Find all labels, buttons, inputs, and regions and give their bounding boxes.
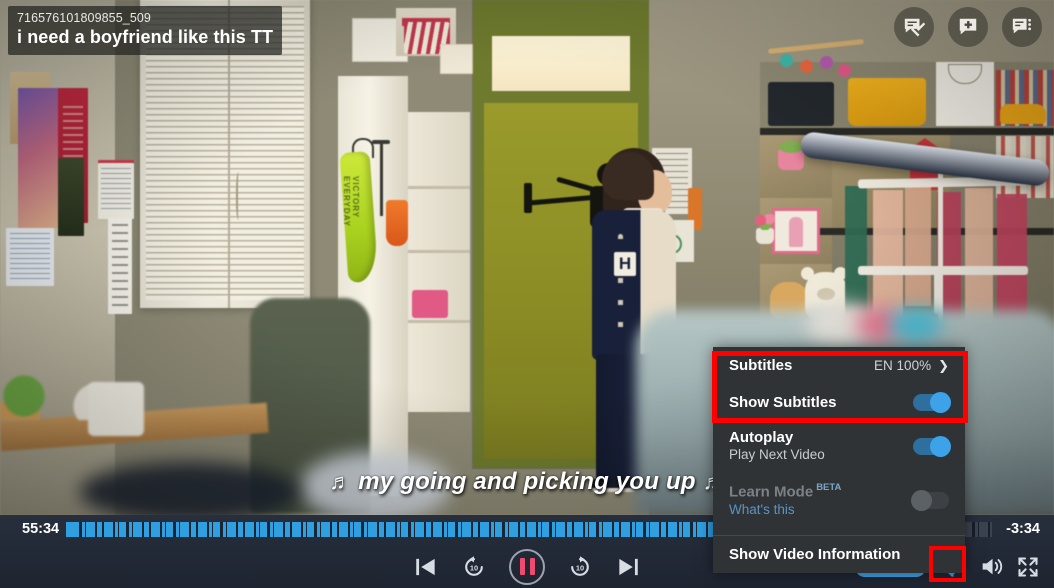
caption-list-icon[interactable] xyxy=(1002,7,1042,47)
settings-menu: Subtitles EN 100% ❯ Show Subtitles Autop… xyxy=(713,347,965,574)
subtitles-value: EN 100% xyxy=(874,358,932,373)
forward-10-icon[interactable]: 10 xyxy=(568,555,592,579)
svg-text:10: 10 xyxy=(576,563,584,572)
show-subtitles-toggle[interactable] xyxy=(913,392,951,413)
remaining-time: -3:34 xyxy=(1006,521,1040,537)
menu-label-video-information: Show Video Information xyxy=(729,546,901,564)
pause-button[interactable] xyxy=(509,548,545,585)
menu-item-autoplay[interactable]: Autoplay Play Next Video xyxy=(713,421,965,474)
menu-label-subtitles: Subtitles xyxy=(729,357,793,374)
menu-label-show-subtitles: Show Subtitles xyxy=(729,394,837,411)
clip-title-overlay: 716576101809855_509 i need a boyfriend l… xyxy=(8,6,283,55)
previous-subtitle-icon[interactable] xyxy=(413,554,439,580)
menu-item-learn-mode[interactable]: Learn Mode BETA What's this xyxy=(713,474,965,529)
menu-item-show-subtitles[interactable]: Show Subtitles xyxy=(713,384,965,421)
top-icon-bar xyxy=(894,7,1042,47)
subtitle-text: my going and picking you up xyxy=(358,468,696,495)
svg-text:10: 10 xyxy=(470,563,478,572)
pause-icon xyxy=(519,558,535,575)
fullscreen-icon[interactable] xyxy=(1016,555,1040,579)
menu-label-autoplay: Autoplay xyxy=(729,429,794,446)
menu-label-learn-mode: Learn Mode xyxy=(729,483,814,501)
hide-captions-icon[interactable] xyxy=(894,7,934,47)
menu-sublabel-autoplay: Play Next Video xyxy=(729,447,825,462)
progress-handle[interactable] xyxy=(66,522,73,537)
beta-badge: BETA xyxy=(816,482,842,493)
whats-this-link[interactable]: What's this xyxy=(729,502,795,517)
music-note-icon-left: ♬ xyxy=(329,469,352,494)
clip-id: 716576101809855_509 xyxy=(17,11,151,25)
menu-item-subtitles[interactable]: Subtitles EN 100% ❯ xyxy=(713,347,965,384)
add-caption-icon[interactable] xyxy=(948,7,988,47)
volume-icon[interactable] xyxy=(979,554,1004,579)
clip-title: i need a boyfriend like this TT xyxy=(17,27,274,47)
menu-item-video-information[interactable]: Show Video Information xyxy=(713,536,965,573)
learn-mode-toggle[interactable] xyxy=(911,490,949,512)
rewind-10-icon[interactable]: 10 xyxy=(462,555,486,579)
video-player: VICTORY EVERYDAY H 716576101809855_509 i… xyxy=(0,0,1054,588)
next-subtitle-icon[interactable] xyxy=(615,554,641,580)
chevron-right-icon: ❯ xyxy=(938,357,949,373)
elapsed-time: 55:34 xyxy=(22,521,60,537)
autoplay-toggle[interactable] xyxy=(913,436,951,457)
